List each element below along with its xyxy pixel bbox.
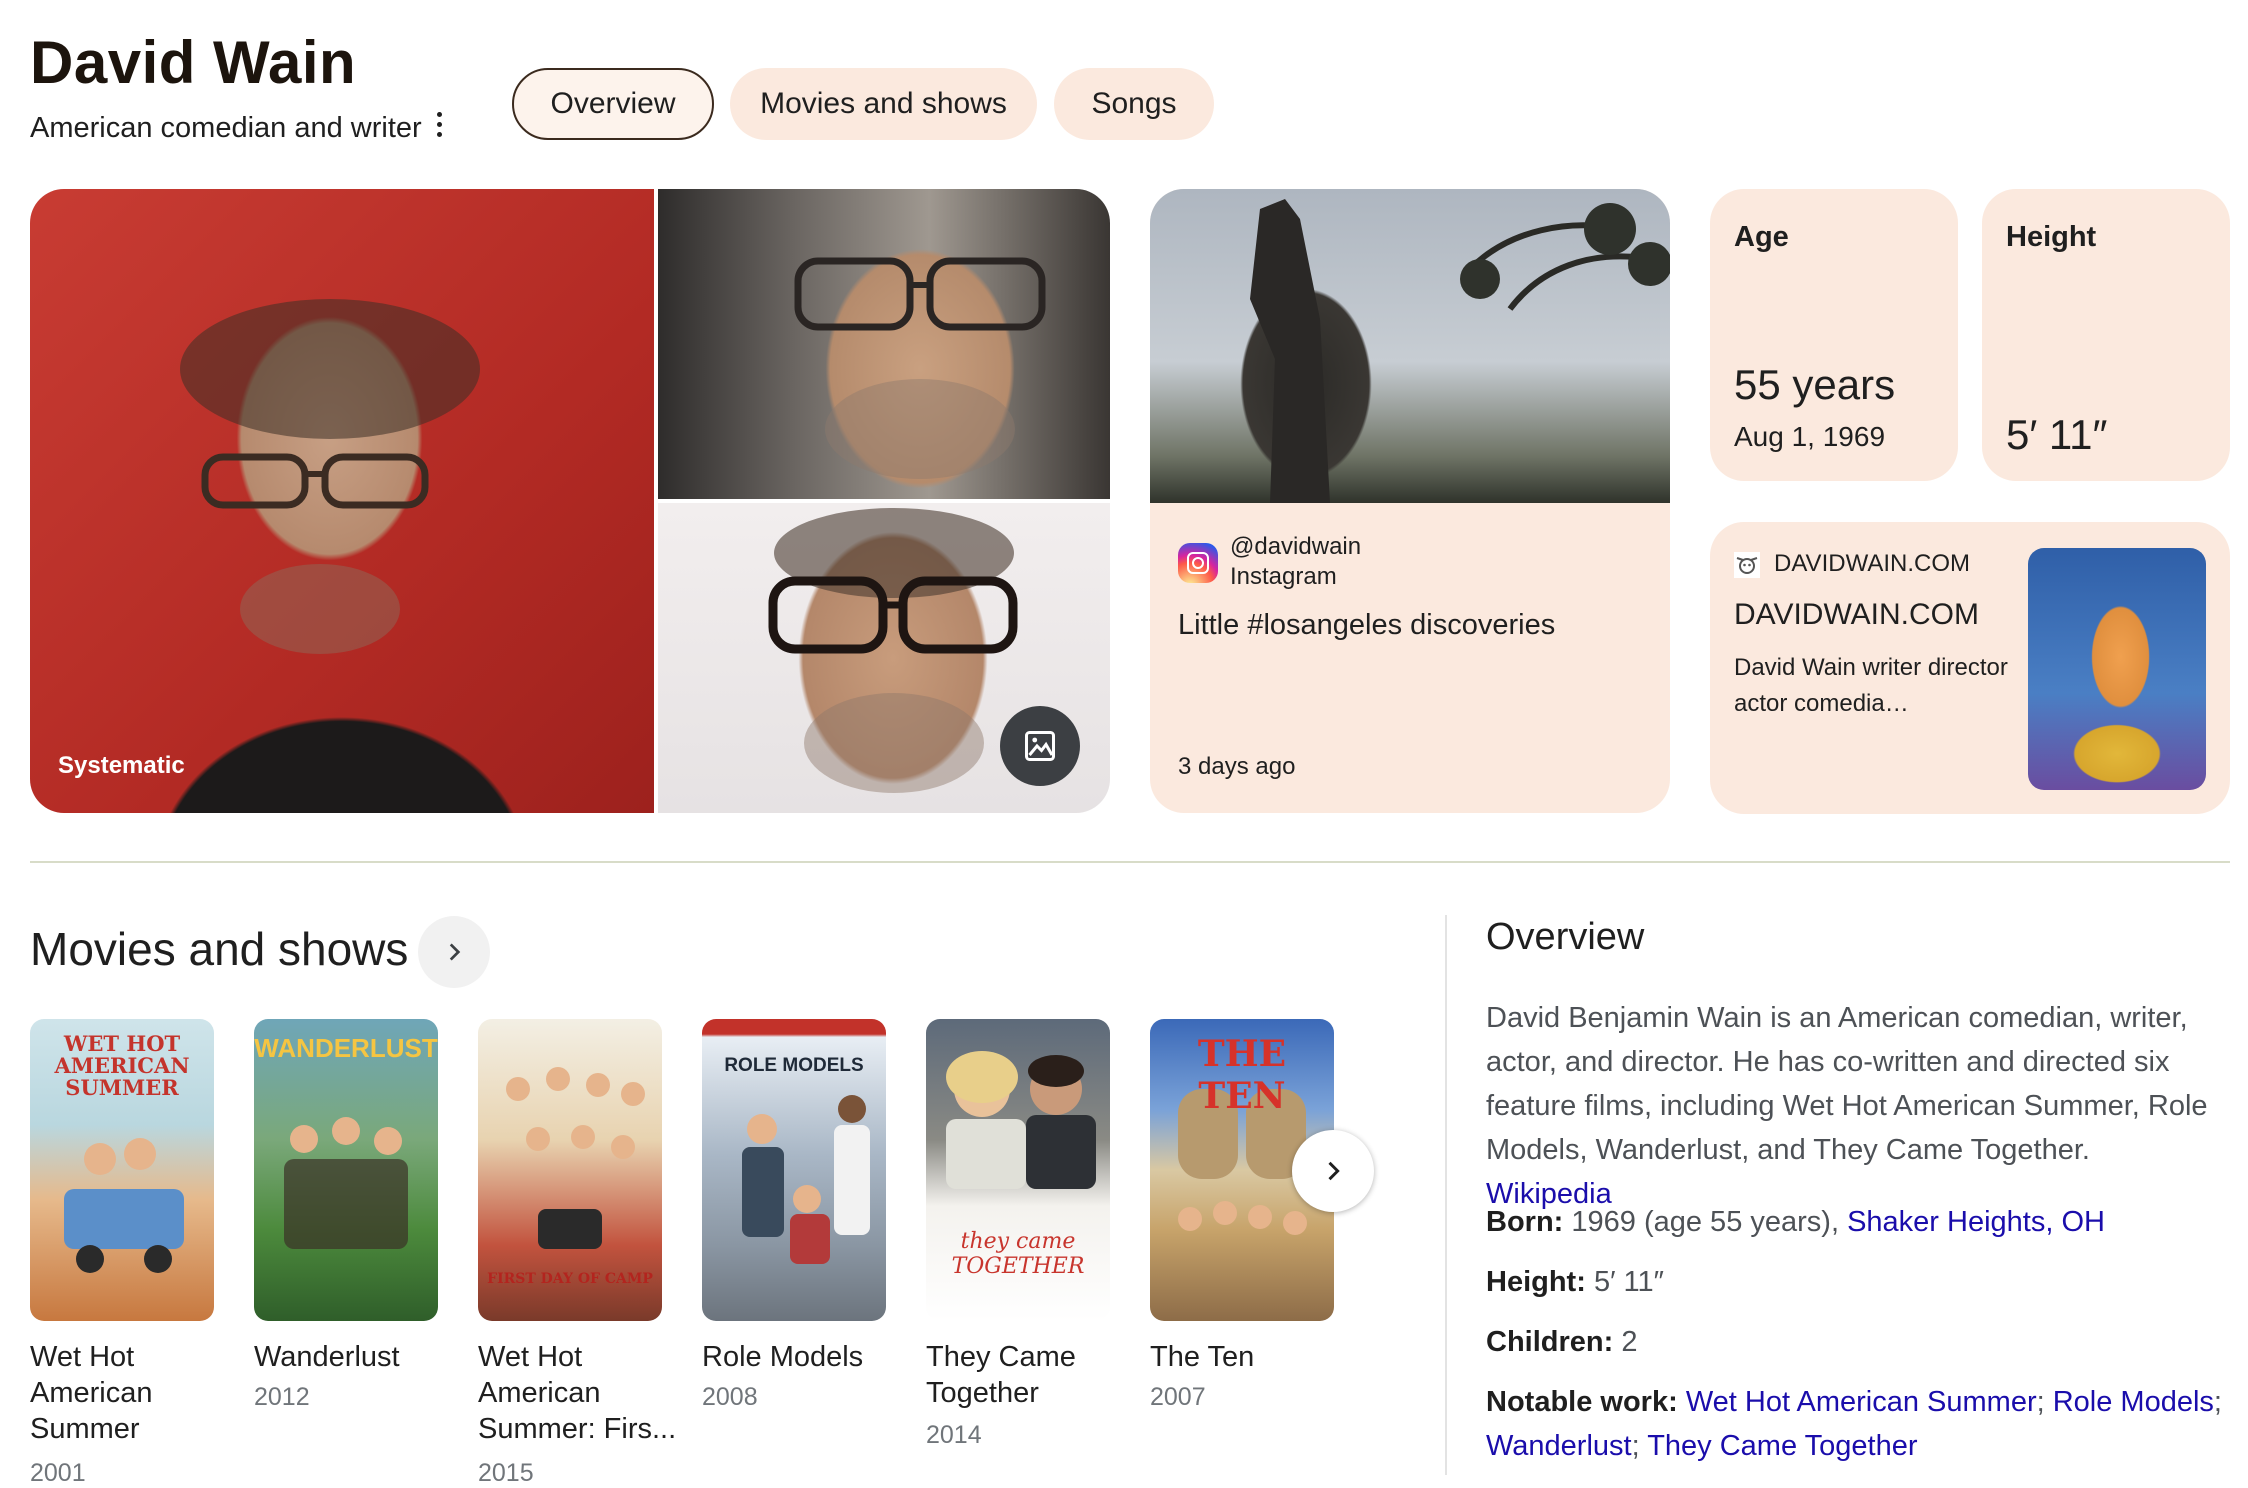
poster-2-text: WANDERLUST [254, 1033, 438, 1063]
poster-1-text: WET HOT AMERICAN SUMMER [54, 1031, 190, 1100]
tab-songs[interactable]: Songs [1054, 68, 1214, 140]
notable-work-link[interactable]: They Came Together [1647, 1430, 1917, 1462]
age-card[interactable]: Age 55 years Aug 1, 1969 [1710, 189, 1958, 481]
movie-4-year: 2008 [702, 1383, 758, 1411]
instagram-post-card[interactable]: @davidwain Instagram Little #losangeles … [1150, 189, 1670, 813]
more-options-icon[interactable] [432, 112, 446, 142]
website-source: DAVIDWAIN.COM [1774, 550, 1970, 577]
poster-wanderlust[interactable]: WANDERLUST [254, 1019, 438, 1321]
age-value: 55 years [1734, 361, 1896, 408]
tab-overview[interactable]: Overview [512, 68, 714, 140]
image-gallery-icon [1025, 731, 1055, 761]
website-card[interactable]: DAVIDWAIN.COM DAVIDWAIN.COM David Wain w… [1710, 522, 2230, 814]
overview-text: David Benjamin Wain is an American comed… [1486, 1002, 2208, 1166]
instagram-post-time: 3 days ago [1178, 753, 1296, 780]
chevron-right-icon [449, 943, 461, 961]
movie-6-title[interactable]: The Ten [1150, 1339, 1350, 1375]
movie-6-year: 2007 [1150, 1383, 1206, 1411]
photo-top-right[interactable] [658, 189, 1110, 499]
age-label: Age [1734, 221, 1789, 253]
born-value: 1969 (age 55 years), [1571, 1206, 1840, 1238]
fact-children: Children: 2 [1486, 1320, 2226, 1364]
poster-3-text: FIRST DAY OF CAMP [487, 1271, 653, 1287]
notable-work-link[interactable]: Wet Hot American Summer [1686, 1386, 2037, 1418]
poster-they-came-together[interactable]: they came TOGETHER [926, 1019, 1110, 1321]
height-label: Height [2006, 221, 2097, 253]
movie-4-title[interactable]: Role Models [702, 1339, 902, 1375]
entity-name: David Wain [30, 29, 357, 96]
movie-3-year: 2015 [478, 1459, 534, 1487]
website-thumbnail [2028, 548, 2206, 790]
overview-heading: Overview [1486, 916, 1645, 958]
height-card[interactable]: Height 5′ 11″ [1982, 189, 2230, 481]
site-favicon-icon [1734, 552, 1760, 578]
entity-subtitle: American comedian and writer [30, 112, 422, 144]
instagram-post-text: Little #losangeles discoveries [1178, 609, 1556, 641]
movies-heading: Movies and shows [30, 923, 409, 975]
notable-work-link[interactable]: Role Models [2053, 1386, 2214, 1418]
movie-3-title[interactable]: Wet Hot American Summer: Firs... [478, 1339, 678, 1447]
movie-1-year: 2001 [30, 1459, 86, 1487]
more-images-button[interactable] [1000, 706, 1080, 786]
movies-more-button[interactable] [418, 916, 490, 988]
height-fact-label: Height: [1486, 1266, 1586, 1298]
poster-5-text: they came TOGETHER [951, 1229, 1085, 1279]
children-value: 2 [1621, 1326, 1638, 1358]
movie-5-year: 2014 [926, 1421, 982, 1449]
fact-height: Height: 5′ 11″ [1486, 1260, 2226, 1304]
tab-movies-and-shows[interactable]: Movies and shows [730, 68, 1037, 140]
fact-notable-work: Notable work: Wet Hot American Summer; R… [1486, 1386, 2222, 1462]
instagram-post-image [1150, 189, 1670, 503]
tab-songs-label: Songs [1091, 87, 1177, 120]
poster-first-day-of-camp[interactable]: FIRST DAY OF CAMP [478, 1019, 662, 1321]
movie-2-year: 2012 [254, 1383, 310, 1411]
website-title: DAVIDWAIN.COM [1734, 598, 1979, 631]
movie-1-title[interactable]: Wet Hot American Summer [30, 1339, 230, 1447]
instagram-handle: @davidwain [1230, 533, 1362, 560]
instagram-source: Instagram [1230, 563, 1337, 590]
section-divider [30, 861, 2230, 863]
born-label: Born: [1486, 1206, 1564, 1238]
chevron-right-icon [1328, 1161, 1340, 1181]
photo-caption: Systematic [58, 752, 185, 779]
height-value: 5′ 11″ [2006, 411, 2108, 458]
poster-6-text: THE TEN [1197, 1033, 1287, 1117]
poster-4-text: ROLE MODELS [724, 1055, 864, 1076]
tab-overview-label: Overview [550, 87, 676, 120]
website-description: David Wain writer director actor comedia… [1734, 654, 2008, 717]
fact-born: Born: 1969 (age 55 years), Shaker Height… [1486, 1200, 2226, 1244]
movie-2-title[interactable]: Wanderlust [254, 1339, 454, 1375]
poster-wet-hot-american-summer[interactable]: WET HOT AMERICAN SUMMER [30, 1019, 214, 1321]
overview-description: David Benjamin Wain is an American comed… [1486, 996, 2216, 1216]
instagram-icon [1178, 543, 1218, 583]
movie-5-title[interactable]: They Came Together [926, 1339, 1126, 1411]
birth-date: Aug 1, 1969 [1734, 421, 1886, 452]
movies-next-button[interactable] [1292, 1130, 1374, 1212]
born-place-link[interactable]: Shaker Heights, OH [1847, 1206, 2105, 1238]
main-photo[interactable] [30, 189, 654, 813]
height-fact-value: 5′ 11″ [1593, 1266, 1664, 1298]
poster-role-models[interactable]: ROLE MODELS [702, 1019, 886, 1321]
children-label: Children: [1486, 1326, 1614, 1358]
tab-movies-label: Movies and shows [760, 87, 1007, 120]
notable-work-link[interactable]: Wanderlust [1486, 1430, 1632, 1462]
notable-work-label: Notable work: [1486, 1386, 1678, 1418]
column-divider [1445, 915, 1447, 1475]
